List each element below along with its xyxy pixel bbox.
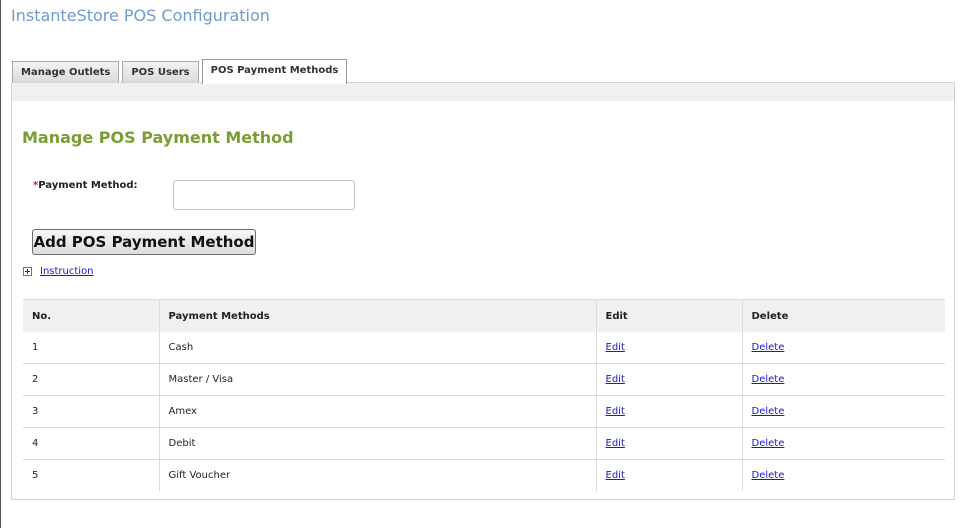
- tab-panel: Manage POS Payment Method *Payment Metho…: [11, 82, 955, 500]
- delete-cell: Delete: [741, 427, 945, 460]
- delete-link[interactable]: Delete: [752, 438, 785, 449]
- tab-pos-payment-methods[interactable]: POS Payment Methods: [201, 59, 348, 84]
- edit-cell: Edit: [595, 427, 742, 460]
- delete-cell: Delete: [741, 459, 945, 491]
- edit-cell: Edit: [595, 332, 742, 364]
- edit-cell: Edit: [595, 395, 742, 428]
- row-number: 3: [23, 395, 159, 428]
- tab-pos-users[interactable]: POS Users: [122, 61, 199, 84]
- delete-link[interactable]: Delete: [752, 342, 785, 353]
- delete-cell: Delete: [741, 363, 945, 396]
- row-number: 1: [23, 332, 159, 364]
- add-pos-payment-method-button[interactable]: Add POS Payment Method: [32, 229, 256, 255]
- row-number: 4: [23, 427, 159, 460]
- instruction-link[interactable]: Instruction: [40, 266, 94, 277]
- column-header-delete: Delete: [741, 299, 945, 332]
- payment-method-name: Gift Voucher: [158, 459, 596, 491]
- instruction-toggle: Instruction: [23, 266, 94, 277]
- payment-method-label-text: Payment Method:: [38, 180, 138, 191]
- edit-link[interactable]: Edit: [606, 342, 625, 353]
- edit-link[interactable]: Edit: [606, 374, 625, 385]
- table-row: 3 Amex Edit Delete: [23, 395, 945, 428]
- delete-link[interactable]: Delete: [752, 406, 785, 417]
- row-number: 5: [32, 470, 39, 481]
- edit-cell: Edit: [595, 459, 742, 491]
- payment-method-name: Debit: [158, 427, 596, 460]
- table-row: 4 Debit Edit Delete: [23, 427, 945, 460]
- edit-link[interactable]: Edit: [606, 406, 625, 417]
- tab-manage-outlets[interactable]: Manage Outlets: [12, 61, 120, 84]
- page: InstanteStore POS Configuration Manage O…: [0, 0, 973, 528]
- section-title: Manage POS Payment Method: [22, 128, 294, 147]
- edit-cell: Edit: [595, 363, 742, 396]
- payment-method-name: Master / Visa: [158, 363, 596, 396]
- app-title: InstanteStore POS Configuration: [11, 6, 270, 25]
- table-row: 5 Gift Voucher Edit Delete: [23, 459, 945, 491]
- delete-link[interactable]: Delete: [752, 374, 785, 385]
- window-left-border: [0, 0, 1, 528]
- delete-cell: Delete: [741, 395, 945, 428]
- column-header-no: No.: [23, 299, 159, 332]
- expand-plus-icon[interactable]: [23, 267, 32, 276]
- payment-method-name: Cash: [158, 332, 596, 364]
- tab-bar: Manage Outlets POS Users POS Payment Met…: [12, 59, 348, 84]
- table-row: 1 Cash Edit Delete: [23, 332, 945, 364]
- edit-link[interactable]: Edit: [606, 438, 625, 449]
- panel-header-band: [12, 83, 954, 101]
- row-number: 2: [23, 363, 159, 396]
- delete-cell: Delete: [741, 332, 945, 364]
- delete-link[interactable]: Delete: [752, 470, 785, 481]
- payment-method-label: *Payment Method:: [33, 180, 138, 191]
- table-row: 2 Master / Visa Edit Delete: [23, 363, 945, 396]
- payment-methods-table: No. Payment Methods Edit Delete 1 Cash E…: [23, 299, 945, 491]
- column-header-payment-methods: Payment Methods: [158, 299, 596, 332]
- payment-method-input[interactable]: [173, 180, 355, 210]
- payment-method-name: Amex: [158, 395, 596, 428]
- column-header-edit: Edit: [595, 299, 742, 332]
- edit-link[interactable]: Edit: [606, 470, 625, 481]
- table-header-row: No. Payment Methods Edit Delete: [23, 299, 945, 332]
